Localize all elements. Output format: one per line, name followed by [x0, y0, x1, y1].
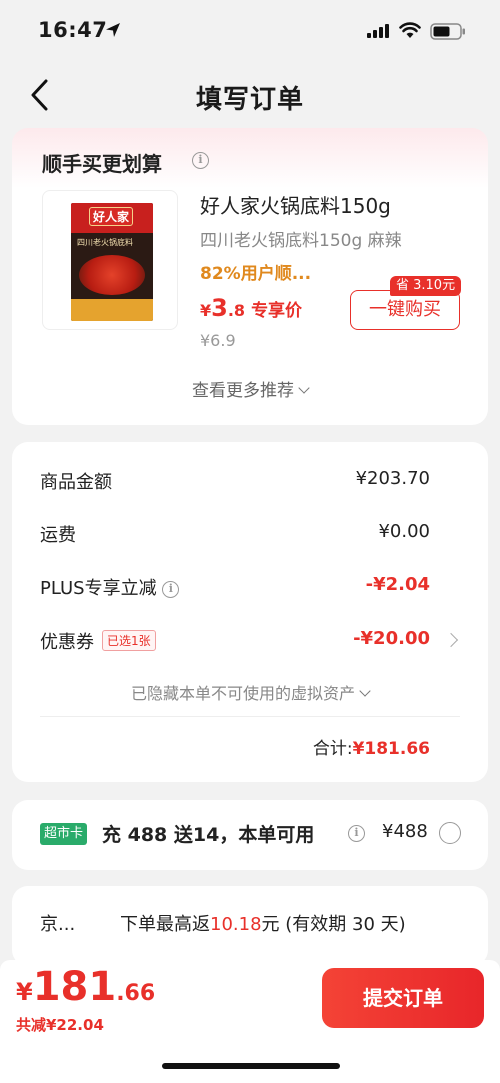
price-tag: 专享价 — [251, 301, 303, 321]
info-icon[interactable]: i — [348, 825, 365, 842]
status-time: 16:47 — [38, 18, 108, 42]
signal-icon — [367, 24, 389, 38]
total-saved: 共减¥22.04 — [16, 1016, 104, 1034]
rebate-text: 下单最高返10.18元 (有效期 30 天) — [120, 914, 406, 935]
battery-icon — [430, 23, 465, 40]
summary-row-goods: 商品金额 ¥203.70 — [40, 468, 430, 493]
summary-row-plus: PLUS专享立减 i -¥2.04 — [40, 574, 430, 599]
page-title: 填写订单 — [195, 85, 304, 115]
order-summary-card: 商品金额 ¥203.70 运费 ¥0.00 PLUS专享立减 i -¥2.04 … — [12, 442, 488, 782]
coupon-badge: 已选1张 — [102, 630, 156, 651]
summary-row-shipping: 运费 ¥0.00 — [40, 521, 430, 546]
save-badge: 省 3.10元 — [390, 276, 462, 296]
original-price: ¥6.9 — [200, 331, 236, 350]
info-icon[interactable]: i — [192, 152, 209, 169]
recommend-card: 顺手买更划算 i 好人家 四川老火锅底料 好人家火锅底料150g 四川老火锅底料… — [12, 128, 488, 425]
product-name[interactable]: 好人家火锅底料150g — [200, 190, 391, 219]
more-recommend-link[interactable]: 查看更多推荐 — [12, 376, 488, 401]
submit-order-button[interactable]: 提交订单 — [322, 968, 484, 1028]
summary-row-coupon[interactable]: 优惠券 已选1张 -¥20.00 — [40, 628, 430, 658]
chevron-down-icon — [298, 382, 310, 394]
recommend-title: 顺手买更划算 — [42, 152, 162, 176]
chevron-down-icon — [359, 685, 371, 697]
product-image[interactable]: 好人家 四川老火锅底料 — [42, 190, 178, 330]
pay-amount: ¥181.66 — [16, 964, 156, 1010]
hidden-assets-toggle[interactable]: 已隐藏本单不可使用的虚拟资产 — [12, 680, 488, 704]
info-icon[interactable]: i — [162, 580, 180, 598]
supermarket-card-radio[interactable] — [439, 822, 461, 844]
product-subtitle: 四川老火锅底料150g 麻辣 — [200, 231, 402, 251]
home-indicator — [162, 1063, 340, 1069]
status-bar: 16:47 — [0, 0, 500, 62]
rebate-label: 京... — [40, 914, 76, 935]
order-total: 合计:¥181.66 — [312, 739, 430, 759]
location-arrow-icon — [106, 23, 120, 37]
chevron-right-icon[interactable] — [443, 632, 459, 648]
wifi-icon — [399, 22, 421, 38]
rebate-card: 京... 下单最高返10.18元 (有效期 30 天) — [12, 886, 488, 966]
supermarket-card-price: ¥488 — [382, 821, 428, 842]
supermarket-card-row[interactable]: 超市卡 充 488 送14，本单可用 i ¥488 — [12, 800, 488, 870]
product-rating: 82%用户顺... — [200, 264, 312, 284]
divider — [40, 716, 460, 717]
supermarket-card-tag: 超市卡 — [40, 823, 88, 845]
package-brand: 好人家 — [89, 207, 134, 226]
product-price: ¥3.8 专享价 — [200, 294, 303, 322]
package-name: 四川老火锅底料 — [77, 238, 133, 247]
one-click-buy-button[interactable]: 一键购买 — [350, 290, 460, 330]
product-package: 好人家 四川老火锅底料 — [71, 203, 153, 321]
nav-bar: 填写订单 — [0, 62, 500, 128]
supermarket-card-offer: 充 488 送14，本单可用 — [102, 824, 315, 846]
